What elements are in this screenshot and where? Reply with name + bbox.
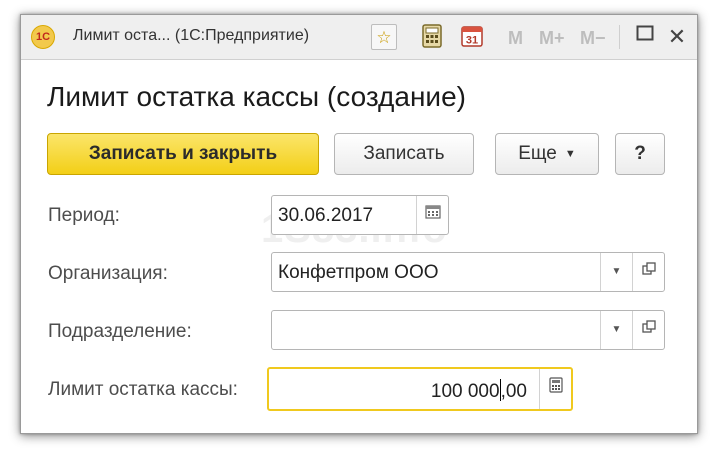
cash-limit-value: 100 000,00: [431, 379, 527, 403]
division-label: Подразделение:: [48, 321, 192, 342]
organization-label: Организация:: [48, 263, 168, 284]
period-value: 30.06.2017: [278, 205, 374, 226]
dropdown-caret-icon: ▼: [564, 148, 576, 160]
cash-limit-label: Лимит остатка кассы:: [48, 379, 238, 400]
division-field[interactable]: ▼: [271, 310, 665, 350]
division-open-icon[interactable]: [632, 311, 664, 349]
cash-limit-calculator-icon[interactable]: [539, 369, 571, 409]
title-bar: 1С Лимит оста... (1С:Предприятие) ☆ 31 M…: [21, 15, 697, 60]
save-and-close-button[interactable]: Записать и закрыть: [47, 133, 319, 175]
cash-limit-value-integer: 100 000: [430, 381, 500, 402]
organization-field[interactable]: Конфетпром ООО ▼: [271, 252, 665, 292]
calendar-day-label: 31: [466, 35, 478, 47]
calculator-icon[interactable]: [419, 24, 445, 50]
favorite-star-icon[interactable]: ☆: [371, 24, 397, 50]
period-field[interactable]: 30.06.2017: [271, 195, 449, 235]
organization-open-icon[interactable]: [632, 253, 664, 291]
memory-plus-button[interactable]: M+: [539, 25, 565, 51]
cash-limit-field[interactable]: 100 000,00: [267, 367, 573, 411]
memory-minus-button[interactable]: M−: [580, 25, 606, 51]
cash-limit-value-fraction: ,00: [500, 381, 527, 402]
period-calendar-icon[interactable]: [416, 196, 448, 234]
more-button-label: Еще: [518, 143, 557, 165]
close-icon[interactable]: ✕: [664, 24, 690, 50]
more-button[interactable]: Еще ▼: [495, 133, 599, 175]
form-window: 1С Лимит оста... (1С:Предприятие) ☆ 31 M…: [20, 14, 698, 434]
save-button[interactable]: Записать: [334, 133, 474, 175]
organization-dropdown-icon[interactable]: ▼: [600, 253, 632, 291]
maximize-icon[interactable]: [632, 24, 658, 50]
help-button[interactable]: ?: [615, 133, 665, 175]
window-title: Лимит оста... (1С:Предприятие): [73, 27, 310, 44]
page-title: Лимит остатка кассы (создание): [47, 81, 466, 112]
organization-value: Конфетпром ООО: [278, 262, 439, 283]
division-dropdown-icon[interactable]: ▼: [600, 311, 632, 349]
1c-logo-icon: 1С: [31, 25, 55, 49]
toolbar-separator: [619, 25, 620, 49]
memory-m-button[interactable]: M: [508, 25, 523, 51]
calendar-icon[interactable]: 31: [459, 24, 485, 50]
period-label: Период:: [48, 205, 120, 226]
